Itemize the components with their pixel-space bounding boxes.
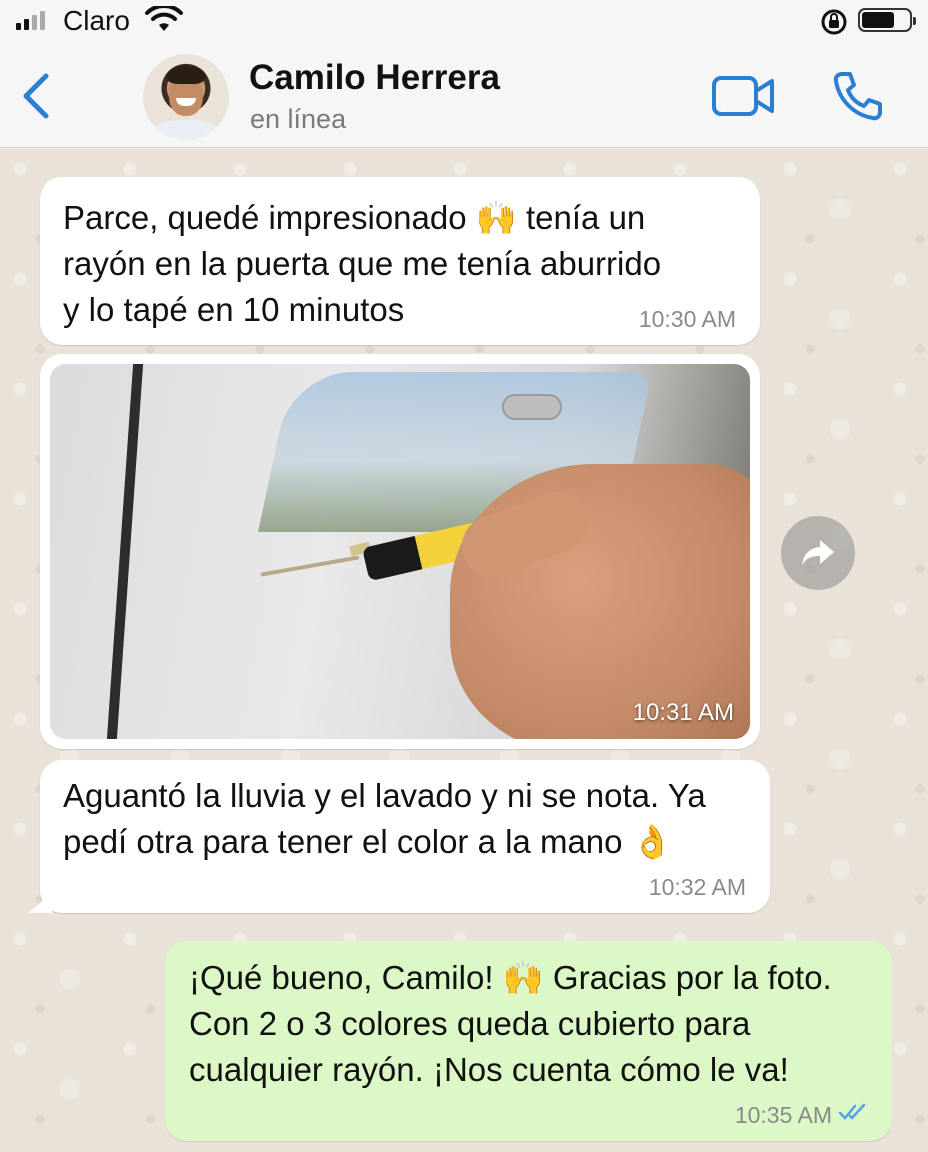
message-text: Aguantó la lluvia y el lavado y ni se no… [63,777,706,860]
message-bubble-incoming[interactable]: Aguantó la lluvia y el lavado y ni se no… [28,760,770,913]
rotation-lock-icon [820,8,848,41]
forward-arrow-icon [802,540,834,566]
video-camera-icon [712,76,774,116]
forward-button[interactable] [781,516,855,590]
back-button[interactable] [18,72,54,120]
battery-icon [858,8,916,32]
phone-icon [833,72,882,121]
contact-status: en línea [250,104,347,134]
message-time: 10:31 AM [632,699,734,726]
message-time: 10:30 AM [638,306,736,332]
chat-area[interactable]: Parce, quedé impresionado 🙌 tenía un ray… [0,149,928,1152]
message-bubble-outgoing[interactable]: ¡Qué bueno, Camilo! 🙌 Gracias por la fot… [165,941,892,1141]
double-check-icon [838,1102,870,1127]
message-text: ¡Qué bueno, Camilo! 🙌 Gracias por la fot… [189,959,832,1088]
status-bar: Claro [0,0,928,42]
message-time: 10:32 AM [648,874,746,900]
image-message-bubble[interactable]: 10:31 AM [40,354,760,749]
chat-header: Camilo Herrera en línea [0,42,928,148]
carrier-name: Claro [63,5,130,36]
message-photo[interactable]: 10:31 AM [50,364,750,739]
message-bubble-incoming[interactable]: Parce, quedé impresionado 🙌 tenía un ray… [40,177,760,345]
contact-name[interactable]: Camilo Herrera [249,58,500,98]
chevron-left-icon [23,73,49,119]
avatar[interactable] [143,54,229,140]
signal-strength-icon [16,10,45,30]
voice-call-button[interactable] [832,70,884,127]
video-call-button[interactable] [711,74,775,123]
wifi-icon [144,3,184,39]
message-time: 10:35 AM [734,1102,832,1128]
